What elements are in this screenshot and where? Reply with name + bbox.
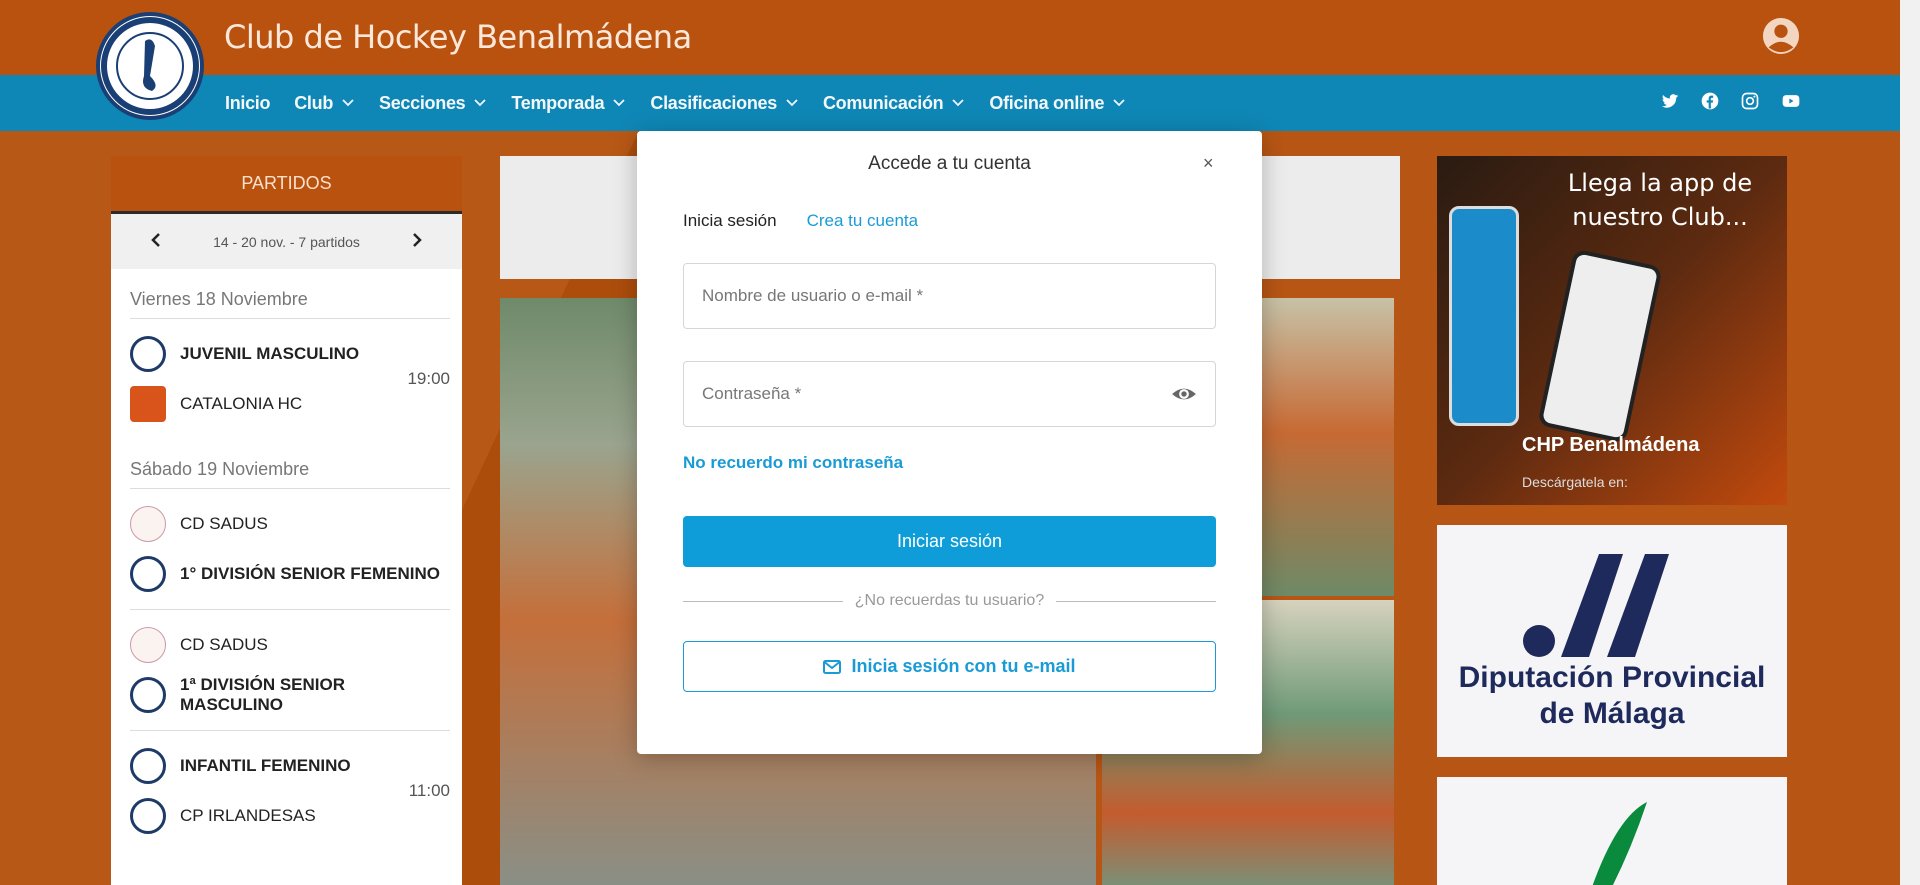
login-modal: Accede a tu cuenta × Inicia sesión Crea …: [637, 131, 1262, 754]
close-icon[interactable]: ×: [1203, 153, 1214, 174]
password-input[interactable]: [702, 384, 1171, 404]
modal-title: Accede a tu cuenta: [868, 153, 1031, 174]
username-input[interactable]: [702, 286, 1197, 306]
login-button[interactable]: Iniciar sesión: [683, 516, 1216, 567]
password-field[interactable]: [683, 361, 1216, 427]
divider-line: [683, 600, 843, 602]
username-field[interactable]: [683, 263, 1216, 329]
tab-login[interactable]: Inicia sesión: [683, 211, 777, 231]
envelope-icon: [823, 659, 842, 674]
modal-tabs: Inicia sesión Crea tu cuenta: [683, 211, 918, 231]
email-login-label: Inicia sesión con tu e-mail: [851, 656, 1076, 676]
divider-text: ¿No recuerdas tu usuario?: [854, 592, 1045, 609]
tab-register[interactable]: Crea tu cuenta: [807, 211, 919, 231]
eye-icon[interactable]: [1171, 381, 1197, 407]
email-login-button[interactable]: Inicia sesión con tu e-mail: [683, 641, 1216, 692]
divider: ¿No recuerdas tu usuario?: [683, 591, 1216, 611]
forgot-password-link[interactable]: No recuerdo mi contraseña: [683, 453, 903, 473]
divider-line: [1056, 600, 1216, 602]
